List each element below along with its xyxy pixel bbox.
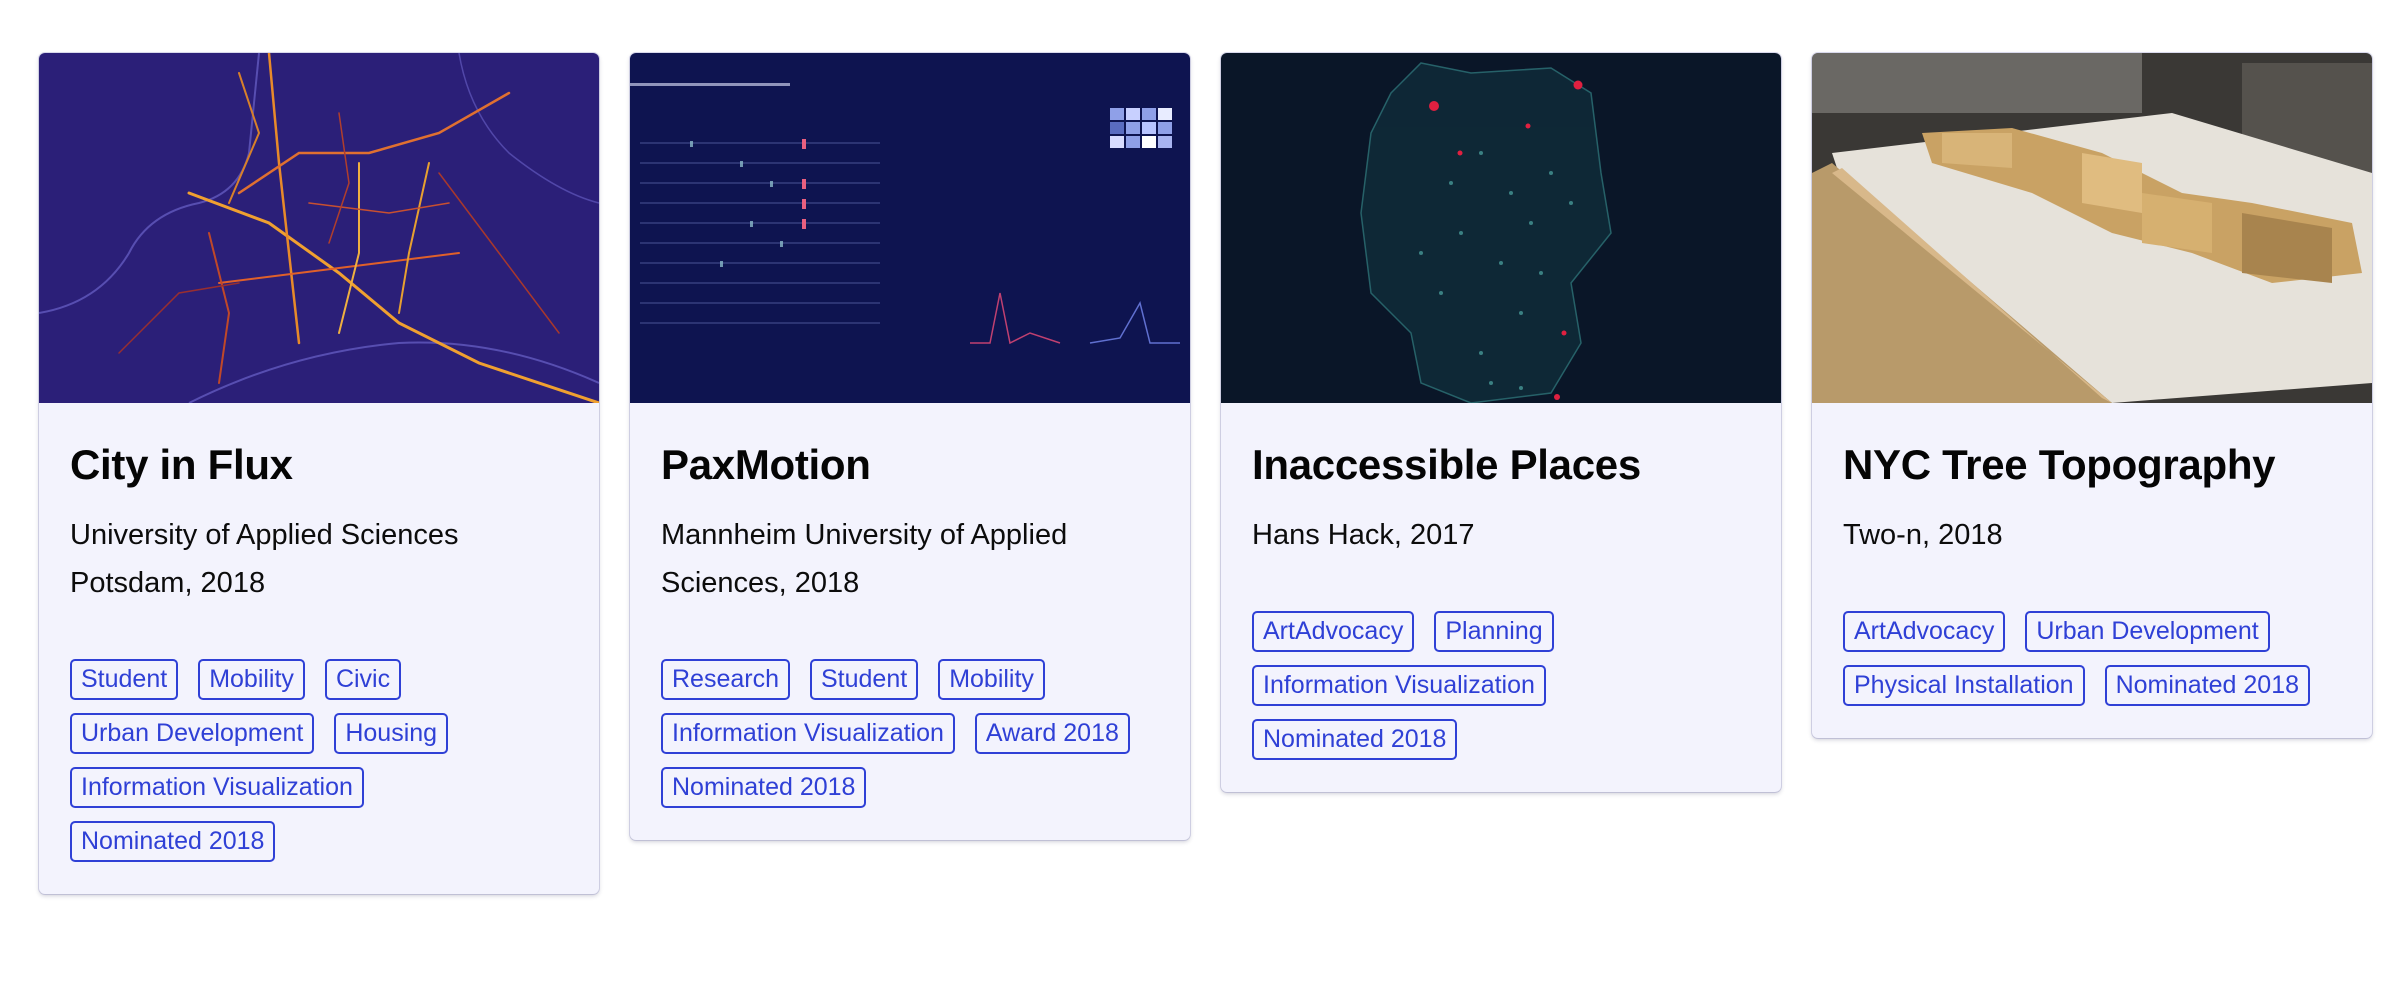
dashboard-image [630, 53, 1190, 403]
germany-map-image [1221, 53, 1781, 403]
tag[interactable]: Student [70, 659, 179, 701]
tag[interactable]: Information Visualization [1252, 665, 1546, 707]
tag[interactable]: Information Visualization [70, 767, 364, 809]
project-card-nyc-tree-topography[interactable]: NYC Tree Topography Two-n, 2018 ArtAdvoc… [1812, 53, 2372, 739]
tag-list: ArtAdvocacy Planning Information Visuali… [1252, 611, 1750, 761]
tag[interactable]: Award 2018 [974, 713, 1130, 755]
tag[interactable]: Planning [1434, 611, 1554, 653]
tag[interactable]: Student [810, 659, 919, 701]
project-grid: City in Flux University of Applied Scien… [39, 53, 2372, 895]
tag-list: Student Mobility Civic Urban Development… [70, 659, 568, 863]
tag[interactable]: Nominated 2018 [70, 821, 276, 863]
tag[interactable]: Urban Development [70, 713, 315, 755]
project-subtitle: Hans Hack, 2017 [1252, 519, 1475, 552]
project-card-inaccessible-places[interactable]: Inaccessible Places Hans Hack, 2017 ArtA… [1221, 53, 1781, 793]
project-thumbnail[interactable] [1221, 53, 1781, 403]
tag[interactable]: ArtAdvocacy [1252, 611, 1415, 653]
project-card-city-in-flux[interactable]: City in Flux University of Applied Scien… [39, 53, 599, 895]
tag[interactable]: Nominated 2018 [1252, 719, 1458, 761]
tag-list: Research Student Mobility Information Vi… [661, 659, 1159, 809]
tag[interactable]: Mobility [198, 659, 305, 701]
project-thumbnail[interactable] [39, 53, 599, 403]
wooden-model-image [1812, 53, 2372, 403]
project-title[interactable]: Inaccessible Places [1252, 441, 1750, 489]
tag[interactable]: Nominated 2018 [661, 767, 867, 809]
project-subtitle: Mannheim University of Applied Sciences,… [661, 519, 1068, 600]
project-title[interactable]: City in Flux [70, 441, 568, 489]
tag[interactable]: Information Visualization [661, 713, 955, 755]
project-title[interactable]: PaxMotion [661, 441, 1159, 489]
tag[interactable]: Mobility [938, 659, 1045, 701]
tag[interactable]: Nominated 2018 [2104, 665, 2311, 707]
tag[interactable]: Research [661, 659, 790, 701]
project-title[interactable]: NYC Tree Topography [1843, 441, 2341, 489]
project-thumbnail[interactable] [1812, 53, 2372, 403]
tag-list: ArtAdvocacy Urban Development Physical I… [1843, 611, 2341, 707]
project-subtitle: University of Applied Sciences Potsdam, … [70, 519, 459, 600]
project-card-paxmotion[interactable]: PaxMotion Mannheim University of Applied… [630, 53, 1190, 841]
project-subtitle: Two-n, 2018 [1843, 519, 2003, 552]
tag[interactable]: Civic [324, 659, 402, 701]
tag[interactable]: Urban Development [2025, 611, 2270, 653]
project-thumbnail[interactable] [630, 53, 1190, 403]
tag[interactable]: Physical Installation [1843, 665, 2085, 707]
tag[interactable]: ArtAdvocacy [1843, 611, 2006, 653]
tag[interactable]: Housing [334, 713, 449, 755]
city-map-image [39, 53, 599, 403]
